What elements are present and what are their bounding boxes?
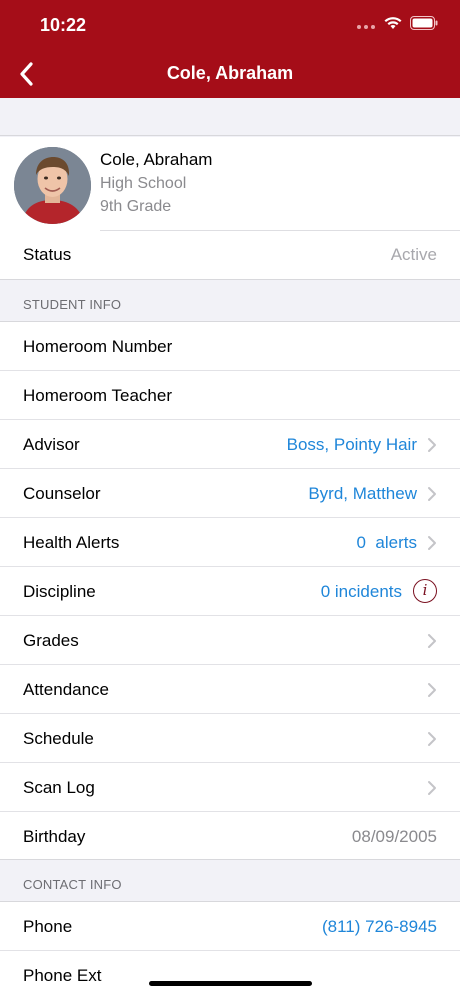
- wifi-icon: [384, 16, 402, 35]
- status-row: Status Active: [0, 231, 460, 279]
- health-alerts-count[interactable]: 0 alerts: [357, 533, 417, 553]
- chevron-right-icon: [428, 634, 436, 648]
- chevron-right-icon: [428, 536, 436, 550]
- phone-link[interactable]: (811) 726-8945: [322, 917, 437, 937]
- row-advisor[interactable]: Advisor Boss, Pointy Hair: [0, 420, 460, 469]
- top-spacer: [0, 98, 460, 136]
- student-profile-card: Cole, Abraham High School 9th Grade Stat…: [0, 137, 460, 279]
- row-label: Attendance: [23, 680, 110, 699]
- student-name: Cole, Abraham: [100, 150, 213, 169]
- row-label: Homeroom Teacher: [23, 386, 172, 405]
- section-title: STUDENT INFO: [23, 297, 122, 312]
- row-schedule[interactable]: Schedule: [0, 714, 460, 763]
- nav-header: 10:22 Cole, Abraham: [0, 0, 460, 98]
- row-label: Phone: [23, 917, 73, 936]
- row-label: Scan Log: [23, 778, 95, 797]
- avatar: [14, 147, 91, 224]
- chevron-right-icon: [428, 732, 436, 746]
- row-homeroom-teacher: Homeroom Teacher: [0, 371, 460, 420]
- chevron-right-icon: [428, 683, 436, 697]
- row-label: Advisor: [23, 435, 80, 454]
- birthday-value: 08/09/2005: [351, 827, 437, 846]
- row-label: Phone Ext: [23, 966, 102, 985]
- row-label: Counselor: [23, 484, 101, 503]
- student-info-list: Homeroom Number Homeroom Teacher Advisor…: [0, 322, 460, 861]
- section-title: CONTACT INFO: [23, 877, 122, 892]
- page-title: Cole, Abraham: [166, 63, 294, 83]
- chevron-right-icon: [428, 487, 436, 501]
- row-label: Grades: [23, 631, 79, 650]
- row-scan-log[interactable]: Scan Log: [0, 763, 460, 812]
- advisor-link[interactable]: Boss, Pointy Hair: [287, 435, 417, 455]
- row-label: Health Alerts: [23, 533, 120, 552]
- student-school: High School: [100, 175, 187, 192]
- dots-icon: [356, 17, 376, 35]
- row-label: Homeroom Number: [23, 337, 173, 356]
- row-homeroom-number: Homeroom Number: [0, 322, 460, 371]
- row-label: Schedule: [23, 729, 94, 748]
- student-grade: 9th Grade: [100, 198, 172, 215]
- row-grades[interactable]: Grades: [0, 616, 460, 665]
- row-label: Discipline: [23, 582, 96, 601]
- row-health-alerts[interactable]: Health Alerts 0 alerts: [0, 518, 460, 567]
- status-value: Active: [390, 245, 437, 264]
- status-time: 10:22: [40, 15, 87, 35]
- row-phone[interactable]: Phone (811) 726-8945: [0, 902, 460, 951]
- row-phone-ext: Phone Ext: [0, 951, 460, 996]
- chevron-right-icon: [428, 438, 436, 452]
- info-icon[interactable]: i: [413, 579, 437, 603]
- row-counselor[interactable]: Counselor Byrd, Matthew: [0, 469, 460, 518]
- row-attendance[interactable]: Attendance: [0, 665, 460, 714]
- row-birthday: Birthday 08/09/2005: [0, 812, 460, 861]
- status-icons: [356, 16, 438, 35]
- row-label: Birthday: [23, 827, 86, 846]
- discipline-count[interactable]: 0 incidents: [321, 582, 402, 602]
- counselor-link[interactable]: Byrd, Matthew: [308, 484, 417, 504]
- status-label: Status: [23, 245, 72, 264]
- chevron-right-icon: [428, 781, 436, 795]
- status-bar: 10:22: [0, 0, 460, 50]
- section-header-contact-info: CONTACT INFO: [0, 859, 460, 902]
- home-indicator[interactable]: [149, 981, 312, 986]
- battery-icon: [410, 16, 438, 35]
- row-discipline[interactable]: Discipline 0 incidents i: [0, 567, 460, 616]
- section-header-student-info: STUDENT INFO: [0, 279, 460, 322]
